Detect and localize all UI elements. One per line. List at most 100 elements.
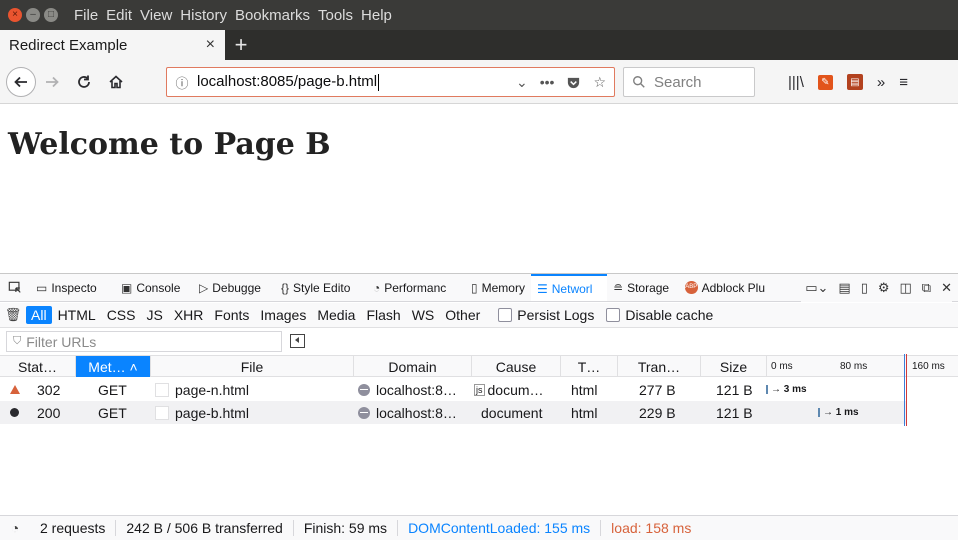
- row-timing: → 3 ms: [771, 384, 807, 395]
- filter-images[interactable]: Images: [255, 306, 311, 324]
- window-close-button[interactable]: ×: [8, 8, 22, 22]
- filter-urls-input[interactable]: ⛉ Filter URLs: [6, 331, 282, 352]
- column-method[interactable]: Met… ˄: [76, 356, 151, 377]
- column-file[interactable]: File: [151, 356, 354, 377]
- overflow-menu-icon[interactable]: »: [877, 74, 885, 91]
- search-placeholder: Search: [654, 73, 702, 91]
- forward-arrow-icon: [46, 76, 59, 87]
- page-content: Welcome to Page B: [0, 105, 958, 273]
- row-domain-cell: localhost:8…: [358, 401, 472, 424]
- menu-tools[interactable]: Tools: [314, 7, 357, 24]
- row-status-cell: 200: [10, 401, 70, 424]
- row-transferred-cell: 229 B: [639, 401, 699, 424]
- column-type[interactable]: T…: [561, 356, 618, 377]
- browser-tab[interactable]: Redirect Example ×: [0, 30, 225, 60]
- tab-performance-label: Performanc: [384, 280, 447, 295]
- dock-side-icon[interactable]: ◫: [900, 280, 912, 296]
- request-table-header: Stat… Met… ˄ File Domain Cause T… Tran… …: [0, 355, 958, 377]
- devtools-tabs-overflow-icon[interactable]: ▭⌄: [805, 280, 828, 296]
- table-row[interactable]: 200 GET page-b.html localhost:8… documen…: [0, 401, 906, 424]
- tab-performance[interactable]: ◔ Performanc: [367, 274, 465, 301]
- tab-title: Redirect Example: [9, 36, 128, 54]
- filter-flash[interactable]: Flash: [361, 306, 405, 324]
- filter-other[interactable]: Other: [440, 306, 485, 324]
- reload-button[interactable]: [68, 66, 100, 98]
- menu-file[interactable]: File: [70, 7, 102, 24]
- column-transferred[interactable]: Tran…: [618, 356, 701, 377]
- disable-cache-checkbox[interactable]: Disable cache: [606, 307, 713, 323]
- persist-logs-box[interactable]: [498, 308, 513, 322]
- column-cause[interactable]: Cause: [472, 356, 561, 377]
- undock-icon[interactable]: ⧉: [922, 280, 931, 296]
- storage-icon: ≘: [613, 280, 624, 295]
- filter-ws[interactable]: WS: [407, 306, 440, 324]
- menu-edit[interactable]: Edit: [102, 7, 136, 24]
- console-icon: ▣: [121, 280, 133, 295]
- tab-close-icon[interactable]: ×: [206, 36, 215, 54]
- filter-all[interactable]: All: [26, 306, 52, 324]
- toolbar-right: |||\ ✎ ▤ » ≡: [788, 67, 908, 97]
- split-console-icon[interactable]: ▤: [838, 280, 850, 296]
- url-bar[interactable]: ⓘ localhost:8085/page-b.html ⌄ ••• ☆: [166, 67, 615, 97]
- waterfall-bar: [766, 385, 768, 394]
- window-minimize-button[interactable]: –: [26, 8, 40, 22]
- tab-inspector[interactable]: ▭ Inspecto: [30, 274, 115, 301]
- tab-memory-label: Memory: [481, 280, 525, 295]
- tab-storage[interactable]: ≘ Storage: [607, 274, 679, 301]
- site-info-icon[interactable]: ⓘ: [167, 73, 197, 92]
- back-button[interactable]: [6, 66, 36, 97]
- filter-html[interactable]: HTML: [53, 306, 101, 324]
- hamburger-menu-icon[interactable]: ≡: [899, 74, 908, 91]
- tab-style-editor[interactable]: {} Style Edito: [275, 274, 367, 301]
- library-icon[interactable]: |||\: [788, 74, 804, 91]
- home-button[interactable]: [100, 66, 132, 98]
- search-bar[interactable]: Search: [623, 67, 755, 97]
- new-tab-button[interactable]: +: [225, 30, 257, 60]
- tab-console[interactable]: ▣ Console: [115, 274, 193, 301]
- devtools-close-icon[interactable]: ✕: [941, 280, 952, 296]
- window-maximize-button[interactable]: □: [44, 8, 58, 22]
- disable-cache-box[interactable]: [606, 308, 621, 322]
- menu-view[interactable]: View: [136, 7, 176, 24]
- performance-analysis-icon[interactable]: ◔: [0, 520, 30, 536]
- menu-help[interactable]: Help: [357, 7, 396, 24]
- chevron-down-icon[interactable]: ⌄: [516, 74, 528, 91]
- element-picker-button[interactable]: [0, 274, 30, 301]
- status-requests: 2 requests: [30, 520, 117, 536]
- tab-adblock[interactable]: ABP Adblock Plu: [679, 274, 771, 301]
- extension-orange-icon[interactable]: ✎: [817, 74, 833, 90]
- row-type-cell: html: [571, 401, 615, 424]
- filter-js[interactable]: JS: [141, 306, 167, 324]
- element-picker-icon: [8, 281, 21, 293]
- row-status: 302: [37, 381, 61, 398]
- filter-xhr[interactable]: XHR: [169, 306, 209, 324]
- bookmark-star-icon[interactable]: ☆: [593, 74, 606, 91]
- responsive-design-icon[interactable]: ▯: [861, 280, 868, 296]
- tab-memory[interactable]: ▯ Memory: [465, 274, 531, 301]
- extension-red-icon[interactable]: ▤: [846, 74, 863, 90]
- menu-history[interactable]: History: [176, 7, 231, 24]
- forward-button[interactable]: [36, 66, 68, 98]
- tab-debugger[interactable]: ▷ Debugge: [193, 274, 275, 301]
- clear-trash-icon[interactable]: 🗑: [0, 307, 26, 323]
- settings-gear-icon[interactable]: ⚙: [878, 280, 890, 296]
- row-file: page-b.html: [175, 404, 249, 421]
- table-row[interactable]: 302 GET page-n.html localhost:8… js docum…: [0, 378, 906, 401]
- column-size[interactable]: Size: [701, 356, 767, 377]
- tab-network[interactable]: ☰ Networl: [531, 274, 607, 301]
- menu-bookmarks[interactable]: Bookmarks: [231, 7, 314, 24]
- filter-css[interactable]: CSS: [102, 306, 141, 324]
- filter-media[interactable]: Media: [312, 306, 360, 324]
- filter-fonts[interactable]: Fonts: [209, 306, 254, 324]
- row-cause-cell: document: [481, 401, 561, 424]
- cause-document-icon: js: [474, 383, 485, 396]
- row-transferred-cell: 277 B: [639, 378, 699, 401]
- pocket-icon[interactable]: [566, 75, 581, 90]
- toggle-sidebar-icon[interactable]: [290, 334, 305, 348]
- row-size: 121 B: [716, 404, 753, 421]
- page-actions-icon[interactable]: •••: [540, 74, 555, 90]
- column-status[interactable]: Stat…: [0, 356, 76, 377]
- persist-logs-checkbox[interactable]: Persist Logs: [498, 307, 594, 323]
- url-text-container[interactable]: localhost:8085/page-b.html: [197, 73, 516, 91]
- column-domain[interactable]: Domain: [354, 356, 472, 377]
